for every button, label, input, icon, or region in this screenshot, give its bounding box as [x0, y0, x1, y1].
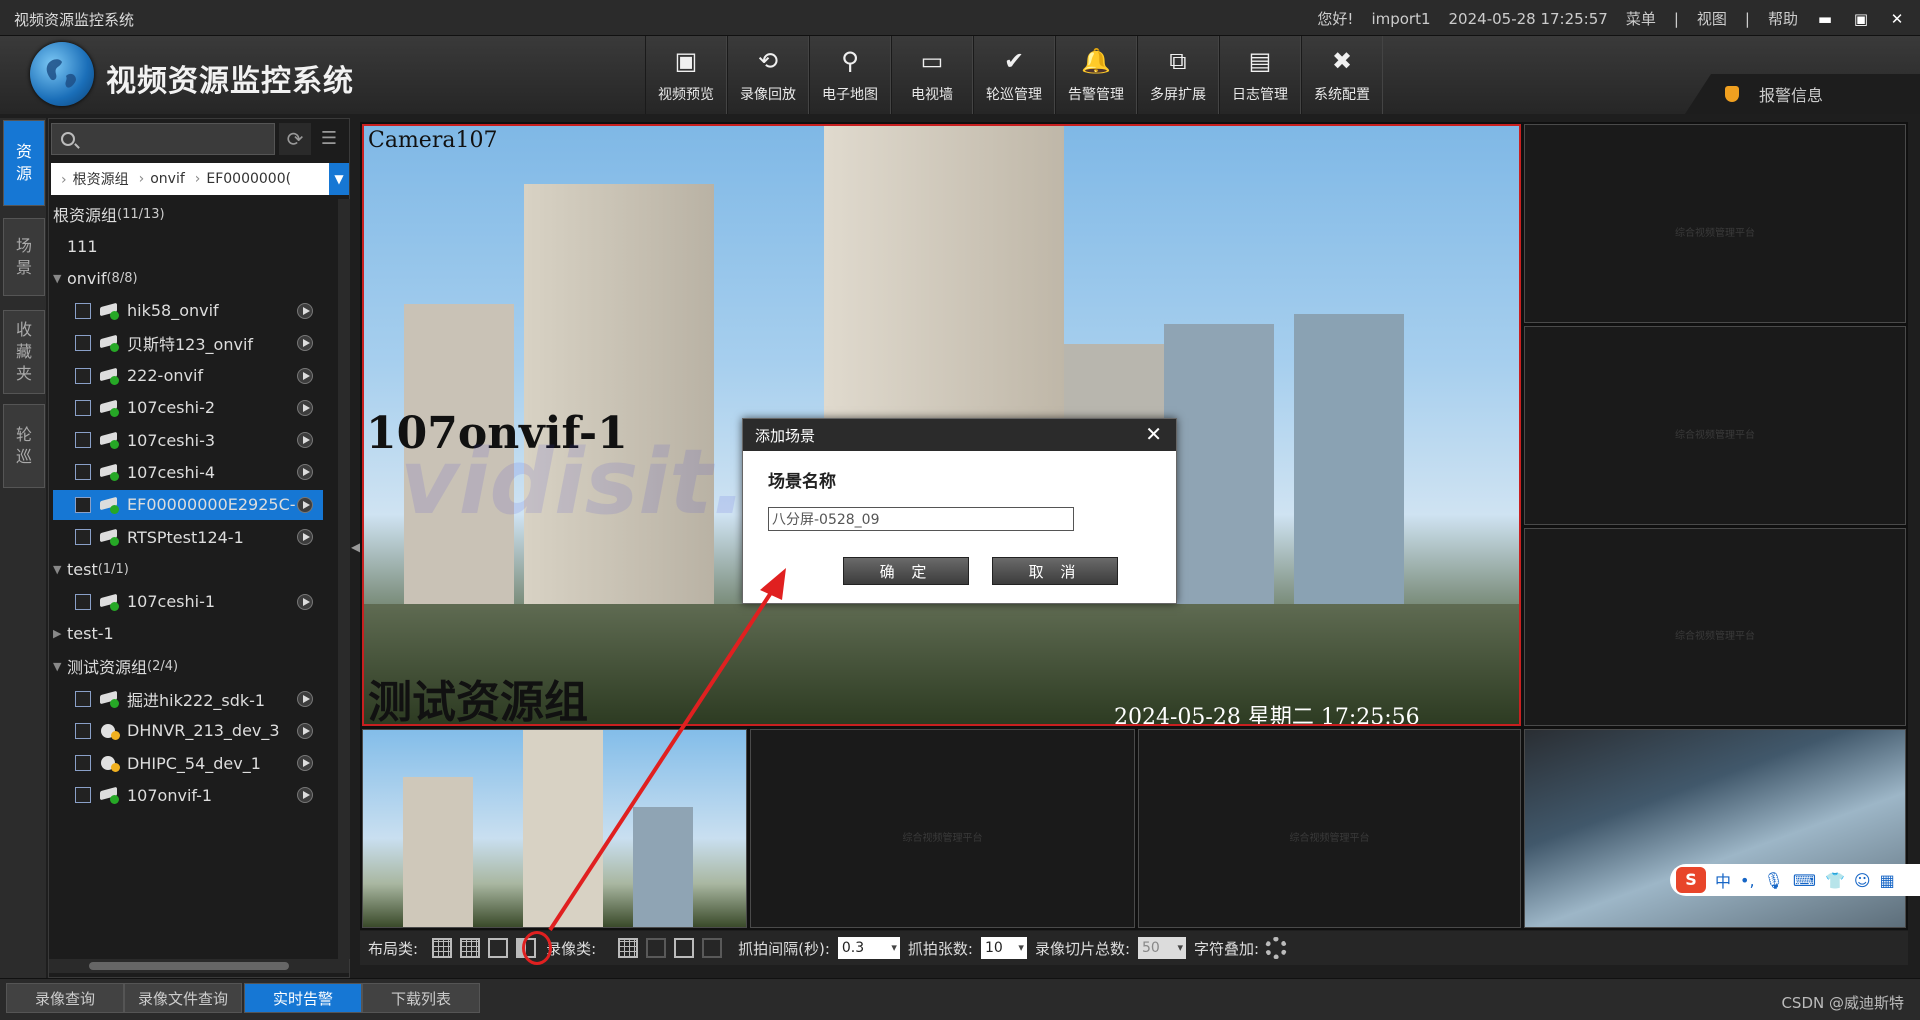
layout-9-grid-icon[interactable]: [432, 938, 453, 958]
ime-punct[interactable]: •,: [1740, 871, 1755, 890]
record-import-icon[interactable]: [674, 938, 695, 958]
grid-apps-icon[interactable]: ▦: [1880, 871, 1895, 890]
keyboard-icon[interactable]: ⌨: [1793, 871, 1816, 890]
annotation-arrow: [548, 568, 786, 932]
shirt-icon[interactable]: 👕: [1825, 871, 1845, 890]
credit-text: CSDN @威迪斯特: [1781, 994, 1904, 1012]
slices-select: 50: [1138, 937, 1187, 959]
record-disabled-icon: [646, 938, 667, 958]
slices-label: 录像切片总数:: [1034, 939, 1131, 958]
game-icon[interactable]: ☺: [1854, 871, 1871, 890]
tab-realtime-alarm[interactable]: 实时告警: [244, 983, 362, 1013]
record-grid-icon[interactable]: [618, 938, 639, 958]
layout-label: 布局类:: [368, 939, 419, 958]
video-toolbar: 布局类: 录像类: 抓拍间隔(秒): 0.3 抓拍张数: 10 录像切片总数: …: [360, 931, 1908, 965]
count-select[interactable]: 10: [980, 937, 1027, 959]
interval-select[interactable]: 0.3: [837, 937, 900, 959]
interval-label: 抓拍间隔(秒):: [738, 939, 830, 958]
ime-logo-icon: S: [1676, 867, 1706, 893]
ime-toolbar[interactable]: S 中 •, 🎙 ⌨ 👕 ☺ ▦: [1670, 864, 1920, 896]
tab-record-file-query[interactable]: 录像文件查询: [124, 983, 242, 1013]
microphone-icon[interactable]: 🎙: [1764, 871, 1784, 890]
layout-single-icon[interactable]: [488, 938, 509, 958]
ime-lang[interactable]: 中: [1715, 868, 1731, 892]
annotation-circle: [522, 931, 552, 965]
count-label: 抓拍张数:: [907, 939, 973, 958]
tab-download-list[interactable]: 下载列表: [362, 983, 480, 1013]
layout-16-grid-icon[interactable]: [460, 938, 481, 958]
record-label: 录像类:: [546, 939, 597, 958]
gear-icon[interactable]: [1265, 937, 1288, 959]
overlay-label: 字符叠加:: [1194, 939, 1260, 958]
tab-record-query[interactable]: 录像查询: [6, 983, 124, 1013]
bottom-tabbar: 录像查询 录像文件查询 实时告警 下载列表 CSDN @威迪斯特: [0, 978, 1920, 1020]
record-disabled-icon: [702, 938, 723, 958]
